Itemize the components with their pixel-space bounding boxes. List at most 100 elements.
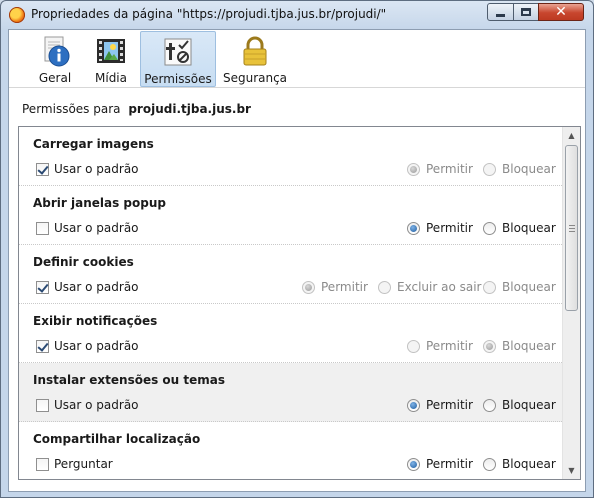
allow-label: Permitir: [426, 162, 473, 176]
delete-on-exit-label: Excluir ao sair: [397, 280, 482, 294]
allow-radio[interactable]: [407, 457, 420, 471]
tab-security[interactable]: Segurança: [222, 31, 288, 87]
permission-group-cookies: Definir cookies Usar o padrão Permitir E…: [19, 245, 562, 304]
group-title: Instalar extensões ou temas: [33, 373, 226, 387]
use-default-label[interactable]: Usar o padrão: [54, 221, 139, 235]
tab-toolbar: Geral Mídia Permissões Segurança: [9, 30, 585, 88]
scroll-up-button[interactable]: ▲: [563, 127, 580, 144]
allow-radio[interactable]: [302, 280, 315, 294]
use-default-checkbox[interactable]: [36, 281, 49, 294]
allow-option[interactable]: Permitir: [407, 160, 473, 178]
group-title: Exibir notificações: [33, 314, 158, 328]
block-option[interactable]: Bloquear: [483, 337, 556, 355]
page-properties-window: Propriedades da página "https://projudi.…: [0, 0, 594, 498]
block-label: Bloquear: [502, 457, 556, 471]
permissions-list[interactable]: Carregar imagens Usar o padrão Permitir …: [18, 126, 581, 480]
use-default-checkbox[interactable]: [36, 340, 49, 353]
maximize-icon: [521, 8, 531, 16]
block-option[interactable]: Bloquear: [483, 219, 556, 237]
grip-line: [569, 225, 575, 226]
permissions-for-text: Permissões para: [22, 102, 121, 116]
block-radio[interactable]: [483, 457, 496, 471]
allow-option[interactable]: Permitir: [302, 278, 368, 296]
allow-radio[interactable]: [407, 339, 420, 353]
permission-group-notifications: Exibir notificações Usar o padrão Permit…: [19, 304, 562, 363]
ask-checkbox[interactable]: [36, 458, 49, 471]
block-label: Bloquear: [502, 339, 556, 353]
dialog-body: Geral Mídia Permissões Segurança Permiss…: [8, 29, 586, 492]
chevron-down-icon: ▼: [568, 466, 575, 475]
block-radio[interactable]: [483, 162, 496, 176]
window-title: Propriedades da página "https://projudi.…: [31, 7, 387, 21]
allow-label: Permitir: [426, 457, 473, 471]
use-default-checkbox[interactable]: [36, 163, 49, 176]
site-host: projudi.tjba.jus.br: [128, 102, 251, 116]
use-default-checkbox[interactable]: [36, 399, 49, 412]
block-radio[interactable]: [483, 398, 496, 412]
group-title: Compartilhar localização: [33, 432, 201, 446]
permission-group-images: Carregar imagens Usar o padrão Permitir …: [19, 127, 562, 186]
permissions-for-label: Permissões para projudi.tjba.jus.br: [22, 102, 251, 116]
use-default-checkbox[interactable]: [36, 222, 49, 235]
permission-group-extensions: Instalar extensões ou temas Usar o padrã…: [19, 363, 562, 422]
block-label: Bloquear: [502, 162, 556, 176]
allow-option[interactable]: Permitir: [407, 396, 473, 414]
allow-label: Permitir: [426, 221, 473, 235]
allow-label: Permitir: [426, 339, 473, 353]
tab-media[interactable]: Mídia: [89, 31, 133, 87]
permission-group-location: Compartilhar localização Perguntar Permi…: [19, 422, 562, 479]
block-label: Bloquear: [502, 221, 556, 235]
tab-general-label: Geral: [38, 71, 72, 85]
maximize-button[interactable]: [513, 3, 539, 21]
allow-radio[interactable]: [407, 221, 420, 235]
allow-label: Permitir: [321, 280, 368, 294]
tab-security-label: Segurança: [222, 71, 288, 85]
delete-on-exit-radio[interactable]: [378, 280, 391, 294]
tab-permissions-label: Permissões: [144, 72, 212, 86]
close-icon: ✕: [555, 4, 567, 20]
block-label: Bloquear: [502, 398, 556, 412]
scroll-down-button[interactable]: ▼: [563, 462, 580, 479]
allow-radio[interactable]: [407, 398, 420, 412]
allow-option[interactable]: Permitir: [407, 337, 473, 355]
scroll-thumb[interactable]: [565, 145, 578, 311]
use-default-label[interactable]: Usar o padrão: [54, 339, 139, 353]
close-button[interactable]: ✕: [538, 3, 584, 21]
allow-radio[interactable]: [407, 162, 420, 176]
permission-group-popups: Abrir janelas popup Usar o padrão Permit…: [19, 186, 562, 245]
block-radio[interactable]: [483, 280, 496, 294]
block-radio[interactable]: [483, 339, 496, 353]
group-title: Definir cookies: [33, 255, 134, 269]
use-default-label[interactable]: Usar o padrão: [54, 398, 139, 412]
block-option[interactable]: Bloquear: [483, 278, 556, 296]
firefox-icon: [9, 7, 25, 23]
delete-on-exit-option[interactable]: Excluir ao sair: [378, 278, 481, 296]
padlock-icon: [239, 35, 271, 67]
chevron-up-icon: ▲: [568, 131, 575, 140]
media-icon: [95, 35, 127, 67]
ask-label[interactable]: Perguntar: [54, 457, 113, 471]
grip-line: [569, 228, 575, 229]
vertical-scrollbar[interactable]: ▲ ▼: [562, 127, 580, 479]
tab-permissions[interactable]: Permissões: [140, 31, 216, 87]
block-label: Bloquear: [502, 280, 556, 294]
minimize-button[interactable]: [487, 3, 514, 21]
group-title: Carregar imagens: [33, 137, 154, 151]
block-option[interactable]: Bloquear: [483, 160, 556, 178]
block-option[interactable]: Bloquear: [483, 455, 556, 473]
tab-general[interactable]: Geral: [33, 31, 77, 87]
allow-option[interactable]: Permitir: [407, 455, 473, 473]
block-radio[interactable]: [483, 221, 496, 235]
title-bar[interactable]: Propriedades da página "https://projudi.…: [1, 1, 593, 29]
permissions-icon: [162, 36, 194, 68]
allow-option[interactable]: Permitir: [407, 219, 473, 237]
use-default-label[interactable]: Usar o padrão: [54, 280, 139, 294]
block-option[interactable]: Bloquear: [483, 396, 556, 414]
minimize-icon: [496, 14, 505, 17]
allow-label: Permitir: [426, 398, 473, 412]
tab-media-label: Mídia: [95, 71, 127, 85]
group-title: Abrir janelas popup: [33, 196, 166, 210]
grip-line: [569, 231, 575, 232]
use-default-label[interactable]: Usar o padrão: [54, 162, 139, 176]
info-icon: [39, 35, 71, 67]
